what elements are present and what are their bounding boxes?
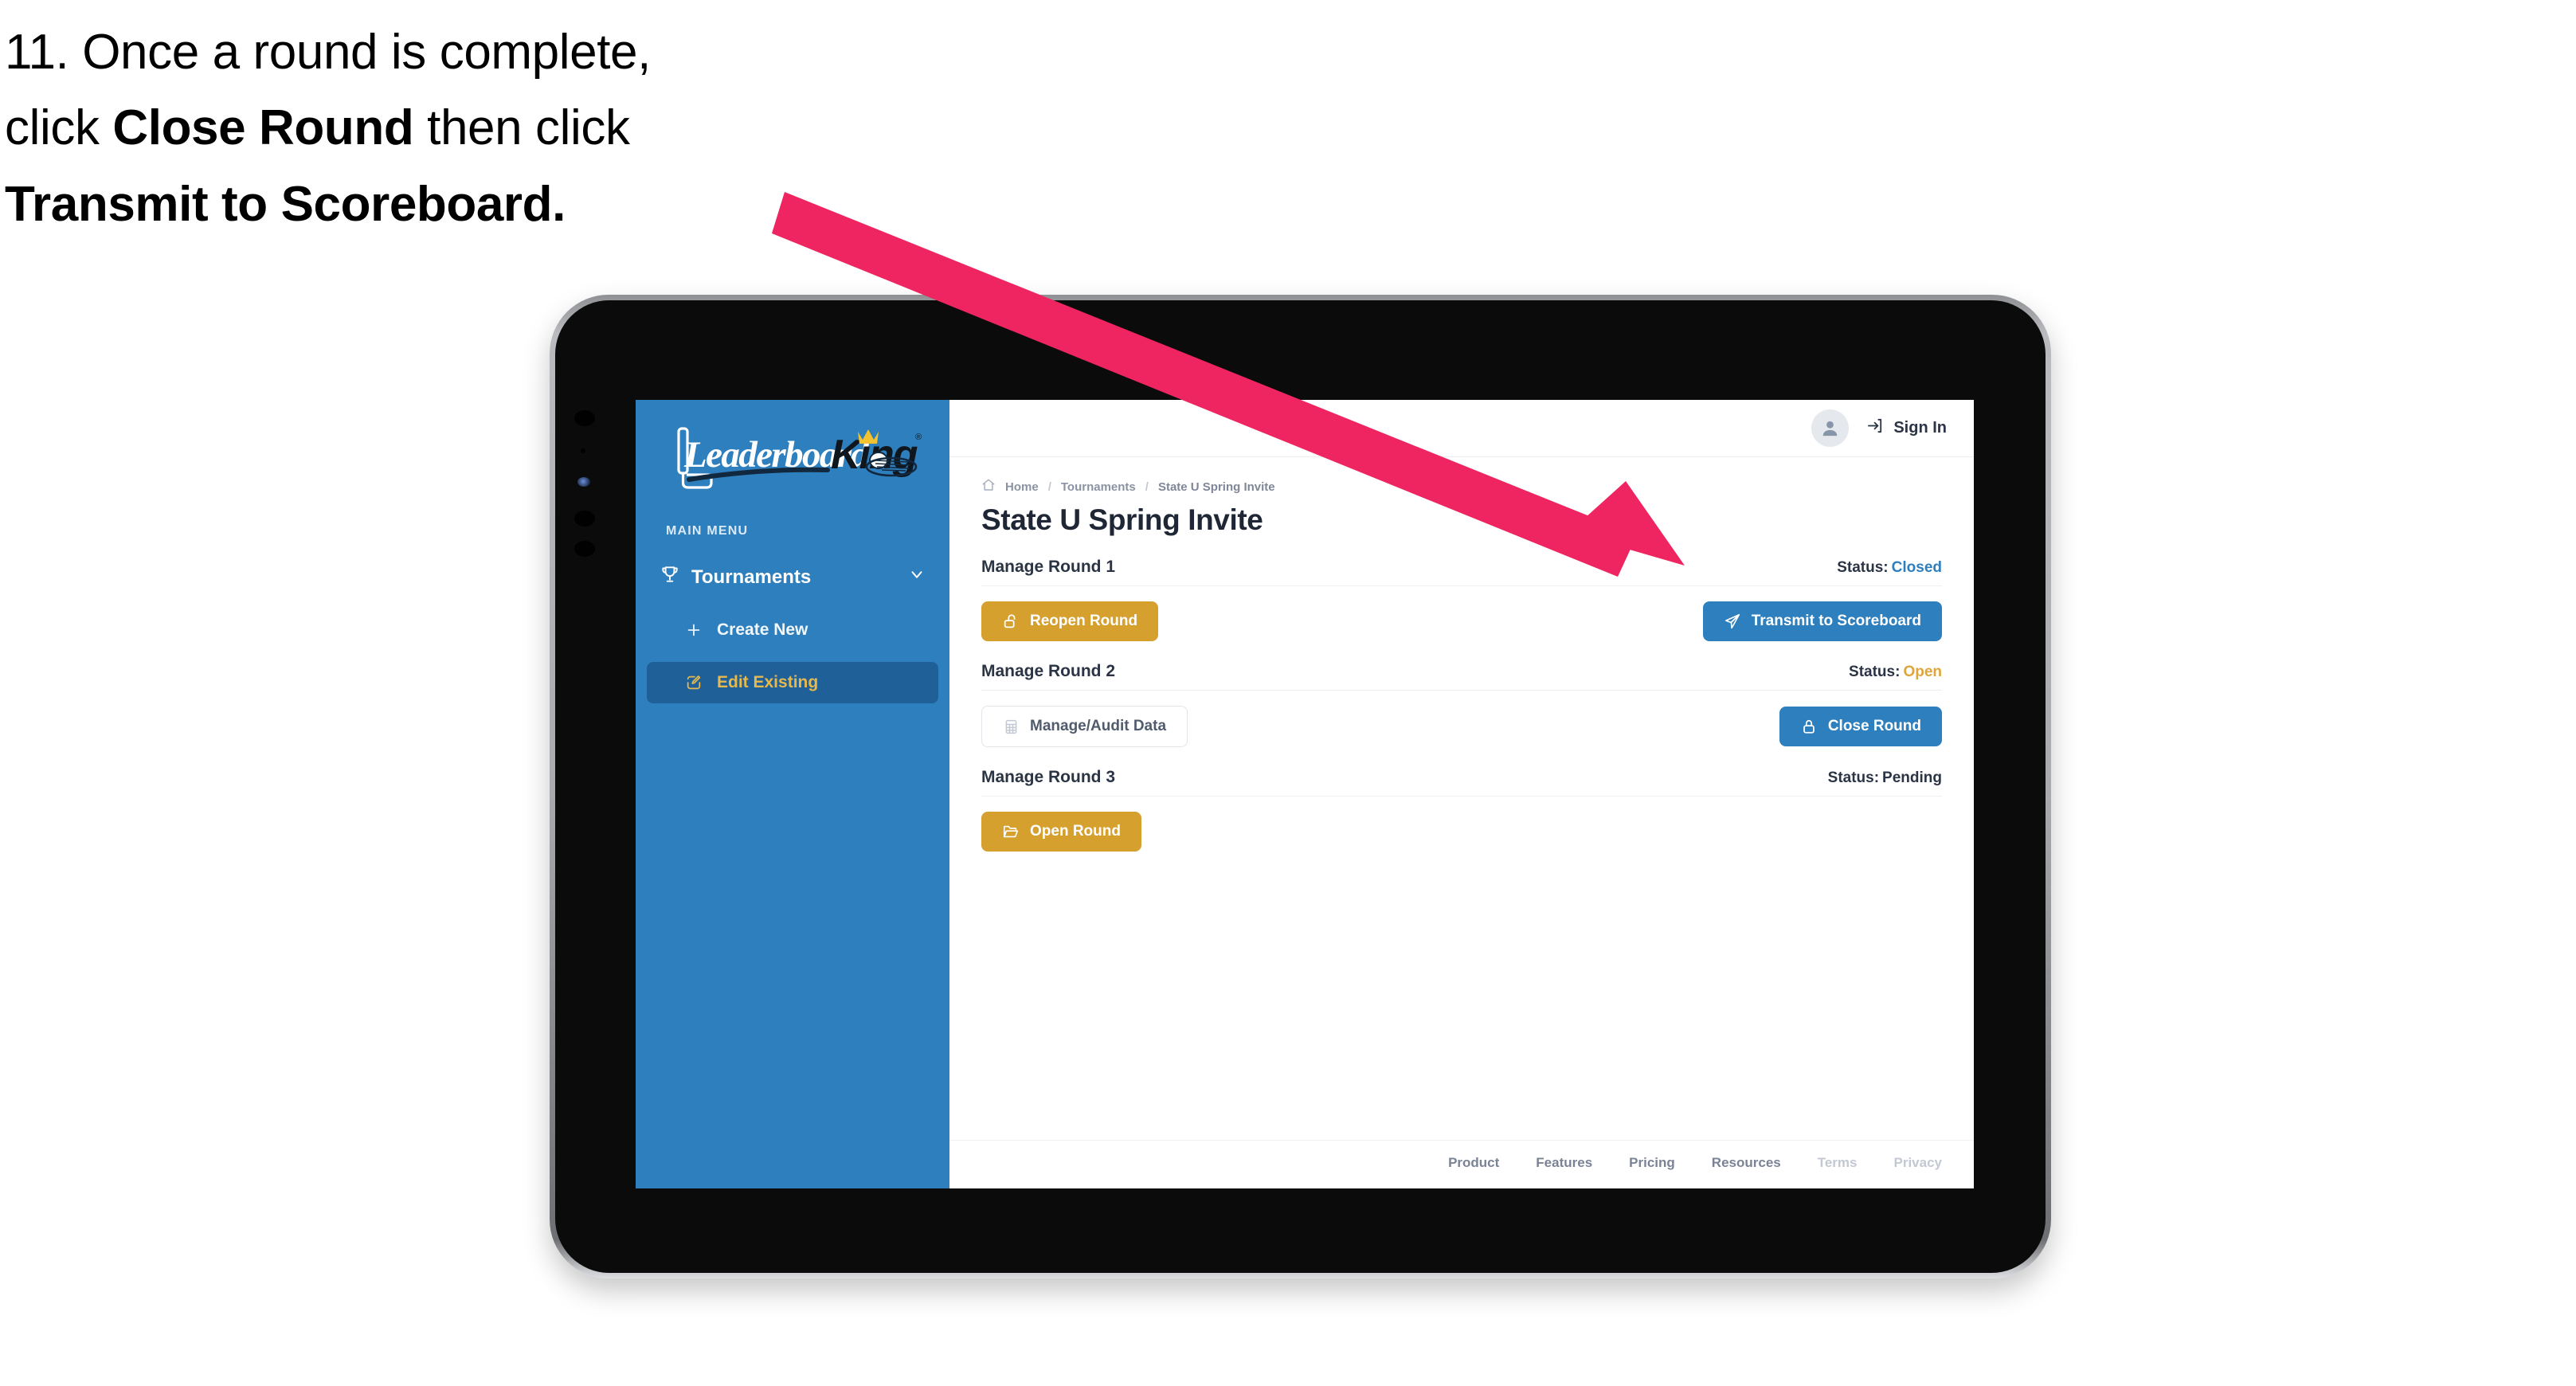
footer-link-resources[interactable]: Resources xyxy=(1712,1155,1781,1171)
caption-line-2-prefix: click xyxy=(5,100,113,156)
table-grid-icon xyxy=(1003,718,1020,735)
caption-line-3: Transmit to Scoreboard. xyxy=(5,166,897,242)
sidebar-item-create-new-label: Create New xyxy=(717,621,808,639)
caption-transmit-emphasis: Transmit to Scoreboard. xyxy=(5,176,566,232)
lock-icon xyxy=(1800,718,1818,735)
round-2-status-value: Open xyxy=(1903,664,1942,680)
round-3-status: Status: Pending xyxy=(1828,769,1942,787)
reopen-round-label: Reopen Round xyxy=(1030,613,1138,629)
round-3-title: Manage Round 3 xyxy=(981,768,1116,786)
screenshot-stage: 11. Once a round is complete, click Clos… xyxy=(0,0,2576,1386)
open-round-button[interactable]: Open Round xyxy=(981,812,1141,852)
tablet-device-frame: Leaderboard King ® xyxy=(550,295,2051,1278)
unlock-icon xyxy=(1002,613,1020,630)
breadcrumb-separator: / xyxy=(1145,480,1149,494)
sidebar-item-create-new[interactable]: Create New xyxy=(647,609,938,651)
footer: Product Features Pricing Resources Terms… xyxy=(949,1140,1974,1188)
sidebar-item-tournaments-label: Tournaments xyxy=(691,566,812,588)
caption-line-2-suffix: then click xyxy=(413,100,630,156)
sidebar-item-tournaments[interactable]: Tournaments xyxy=(647,556,938,598)
round-2-status: Status: Open xyxy=(1849,664,1942,681)
round-3-actions: Open Round xyxy=(981,812,1942,852)
transmit-to-scoreboard-label: Transmit to Scoreboard xyxy=(1751,613,1921,629)
breadcrumb-separator: / xyxy=(1047,480,1051,494)
bezel-sensor-dot-1 xyxy=(574,410,595,426)
sidebar-section-label: MAIN MENU xyxy=(666,524,749,538)
bezel-sensor-dot-2 xyxy=(581,448,585,453)
round-3-status-label: Status: xyxy=(1827,769,1880,786)
sidebar: Leaderboard King ® xyxy=(636,400,1497,1188)
breadcrumb-item-current: State U Spring Invite xyxy=(1157,480,1275,494)
svg-text:®: ® xyxy=(915,433,922,442)
tablet-bezel: Leaderboard King ® xyxy=(555,300,2046,1273)
round-2-status-label: Status: xyxy=(1849,664,1901,680)
round-1-title: Manage Round 1 xyxy=(981,558,1116,576)
trophy-icon xyxy=(660,564,680,590)
sidebar-item-edit-existing-label: Edit Existing xyxy=(717,673,819,691)
sign-in-label: Sign In xyxy=(1893,419,1947,437)
user-avatar-icon[interactable] xyxy=(1811,409,1850,447)
bezel-sensor-dot-3 xyxy=(574,511,595,527)
round-1-header: Manage Round 1 Status: Closed xyxy=(981,558,1942,586)
sign-in-button[interactable]: Sign In xyxy=(1866,417,1947,440)
caption-line-1-text: 11. Once a round is complete, xyxy=(5,25,651,80)
reopen-round-button[interactable]: Reopen Round xyxy=(981,601,1159,641)
top-bar: Sign In xyxy=(949,400,1974,457)
close-round-button[interactable]: Close Round xyxy=(1779,707,1942,746)
round-3-header: Manage Round 3 Status: Pending xyxy=(981,768,1942,797)
plus-icon xyxy=(683,620,704,640)
paper-plane-icon xyxy=(1724,613,1741,630)
footer-link-product[interactable]: Product xyxy=(1448,1155,1499,1171)
content-body: Home / Tournaments / State U Spring Invi… xyxy=(949,457,1974,1140)
folder-open-icon xyxy=(1002,823,1020,840)
round-1-status-value: Closed xyxy=(1891,559,1942,576)
breadcrumb-item-tournaments[interactable]: Tournaments xyxy=(1061,480,1136,494)
round-1-actions: Reopen Round Transmit to Scoreboard xyxy=(981,601,1942,641)
caption-close-round-emphasis: Close Round xyxy=(112,100,414,156)
breadcrumb: Home / Tournaments / State U Spring Invi… xyxy=(981,478,1942,495)
breadcrumb-item-home[interactable]: Home xyxy=(1005,480,1039,494)
instruction-caption: 11. Once a round is complete, click Clos… xyxy=(5,14,897,242)
bezel-sensor-dot-4 xyxy=(574,541,595,557)
round-2-actions: Manage/Audit Data Close Round xyxy=(981,706,1942,747)
round-3-status-value: Pending xyxy=(1882,769,1942,786)
footer-link-pricing[interactable]: Pricing xyxy=(1629,1155,1675,1171)
pencil-square-icon xyxy=(683,672,704,693)
chevron-down-icon[interactable] xyxy=(908,566,926,589)
tablet-screen: Leaderboard King ® xyxy=(636,400,1974,1188)
footer-link-features[interactable]: Features xyxy=(1536,1155,1592,1171)
sign-in-arrow-icon xyxy=(1866,417,1885,440)
round-2-title: Manage Round 2 xyxy=(981,662,1116,680)
round-1-status-label: Status: xyxy=(1837,559,1889,576)
round-2-header: Manage Round 2 Status: Open xyxy=(981,662,1942,691)
round-1-status: Status: Closed xyxy=(1837,559,1942,577)
caption-line-2: click Close Round then click xyxy=(5,90,897,166)
home-icon[interactable] xyxy=(981,478,996,495)
round-block-3: Manage Round 3 Status: Pending Open Roun… xyxy=(981,768,1942,852)
manage-audit-data-button[interactable]: Manage/Audit Data xyxy=(981,706,1188,747)
close-round-label: Close Round xyxy=(1827,718,1921,734)
front-camera-icon xyxy=(577,477,590,487)
page-title: State U Spring Invite xyxy=(981,503,1263,536)
app-logo[interactable]: Leaderboard King ® xyxy=(636,400,949,499)
manage-audit-data-label: Manage/Audit Data xyxy=(1030,718,1167,734)
round-block-1: Manage Round 1 Status: Closed Reopen Rou… xyxy=(981,558,1942,641)
transmit-to-scoreboard-button[interactable]: Transmit to Scoreboard xyxy=(1702,601,1942,641)
footer-link-privacy[interactable]: Privacy xyxy=(1894,1155,1943,1171)
caption-line-1: 11. Once a round is complete, xyxy=(5,14,897,90)
sidebar-item-edit-existing[interactable]: Edit Existing xyxy=(647,662,938,703)
round-block-2: Manage Round 2 Status: Open Manage/Audit… xyxy=(981,662,1942,747)
open-round-label: Open Round xyxy=(1030,823,1121,840)
main-content: Sign In Home / Tournaments / State U Spr… xyxy=(949,400,1974,1188)
footer-link-terms[interactable]: Terms xyxy=(1818,1155,1858,1171)
leaderboard-king-logo-icon: Leaderboard King ® xyxy=(677,427,922,489)
